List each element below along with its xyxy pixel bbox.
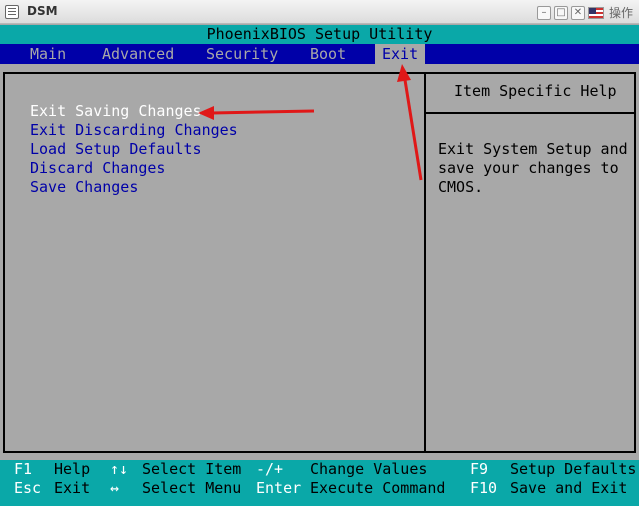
menu-security[interactable]: Security [206,44,278,64]
close-icon[interactable]: ✕ [570,5,585,20]
app-icon [5,5,19,19]
bios-title: PhoenixBIOS Setup Utility [0,25,639,44]
minimize-icon[interactable]: – [536,5,551,20]
key-plusminus-desc: Change Values [310,460,428,478]
help-line: CMOS. [438,178,484,196]
panel-divider [424,72,426,453]
bios-menubar: Main Advanced Security Boot Exit [0,44,639,64]
menu-exit[interactable]: Exit [375,44,426,64]
key-esc-desc: Exit [54,479,91,497]
option-exit-discarding-changes[interactable]: Exit Discarding Changes [30,121,238,140]
bios-screen: PhoenixBIOS Setup Utility Main Advanced … [0,24,639,506]
key-leftright-desc: Select Menu [142,479,242,497]
key-f1-desc: Help [54,460,91,478]
key-plusminus: -/+ [256,460,284,478]
key-esc: Esc [14,479,42,497]
help-text: Exit System Setup and save your changes … [438,140,628,197]
menu-boot[interactable]: Boot [310,44,346,64]
menu-advanced[interactable]: Advanced [102,44,174,64]
window-titlebar: DSM – □ ✕ 操作 [0,0,639,24]
window-controls: – □ ✕ 操作 [536,4,633,21]
key-f10: F10 [470,479,498,497]
option-exit-saving-changes[interactable]: Exit Saving Changes [30,102,238,121]
key-updown-desc: Select Item [142,460,242,478]
menu-main[interactable]: Main [30,44,66,64]
help-title: Item Specific Help [454,82,617,100]
option-discard-changes[interactable]: Discard Changes [30,159,238,178]
help-line: save your changes to [438,159,619,177]
key-enter-desc: Execute Command [310,479,446,497]
help-line: Exit System Setup and [438,140,628,158]
key-f1: F1 [14,460,33,478]
key-enter: Enter [256,479,302,497]
window-title: DSM [27,4,58,18]
key-f10-desc: Save and Exit [510,479,628,497]
key-f9-desc: Setup Defaults [510,460,637,478]
flag-icon[interactable] [587,6,604,19]
maximize-icon[interactable]: □ [553,5,568,20]
key-f9: F9 [470,460,489,478]
option-load-setup-defaults[interactable]: Load Setup Defaults [30,140,238,159]
action-menu[interactable]: 操作 [609,4,633,21]
key-updown: ↑↓ [110,460,129,478]
help-separator [426,112,636,114]
option-save-changes[interactable]: Save Changes [30,178,238,197]
key-leftright: ↔ [110,479,120,497]
bios-footer: F1 Help ↑↓ Select Item -/+ Change Values… [0,460,639,506]
exit-options-list: Exit Saving Changes Exit Discarding Chan… [30,102,238,197]
